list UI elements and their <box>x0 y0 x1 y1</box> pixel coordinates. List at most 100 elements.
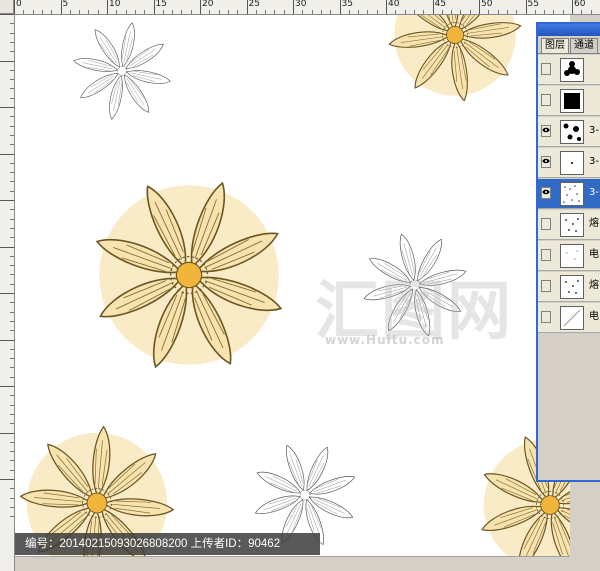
ruler-minor-tick <box>144 10 146 14</box>
ruler-minor-tick <box>469 10 471 14</box>
ruler-minor-tick <box>10 441 14 443</box>
ruler-top-label: 25 <box>248 0 260 9</box>
eye-icon <box>542 127 550 133</box>
ruler-minor-tick <box>451 10 453 14</box>
ruler-top-label: 50 <box>481 0 493 9</box>
ruler-tick <box>572 0 573 14</box>
ruler-tick <box>0 14 14 15</box>
ruler-minor-tick <box>10 190 14 192</box>
ruler-top-label: 5 <box>62 0 69 9</box>
eye-icon[interactable] <box>541 187 551 199</box>
layer-thumbnail[interactable] <box>560 275 584 299</box>
layer-row[interactable]: 3- <box>538 117 600 147</box>
layer-thumbnail[interactable] <box>560 151 584 175</box>
ruler-minor-tick <box>10 218 14 220</box>
yellow-flower-top-right <box>380 15 530 110</box>
ruler-minor-tick <box>10 469 14 471</box>
ruler-top-label: 55 <box>527 0 539 9</box>
layer-thumbnail[interactable] <box>560 244 584 268</box>
watermark-url: www.Huitu.com <box>325 333 445 347</box>
ruler-minor-tick <box>10 423 14 425</box>
ruler-minor-tick <box>227 10 229 14</box>
ruler-minor-tick <box>10 41 14 43</box>
ruler-minor-tick <box>553 10 555 14</box>
tab-channels[interactable]: 通道 <box>570 38 598 53</box>
layer-thumbnail[interactable] <box>560 213 584 237</box>
ruler-minor-tick <box>79 10 81 14</box>
layer-thumbnail[interactable] <box>560 306 584 330</box>
ruler-top-label: 60 <box>574 0 586 9</box>
visibility-toggle[interactable] <box>541 218 551 230</box>
ruler-minor-tick <box>10 395 14 397</box>
eye-icon[interactable] <box>541 156 551 168</box>
layer-thumbnail[interactable] <box>560 182 584 206</box>
layer-thumbnail[interactable] <box>560 120 584 144</box>
ruler-minor-tick <box>181 10 183 14</box>
ruler-left[interactable] <box>0 14 15 571</box>
ruler-minor-tick <box>10 283 14 285</box>
ruler-top[interactable]: 0 5 10 15 20 25 30 35 40 45 50 55 60 <box>14 0 600 15</box>
image-caption: 编号：20140215093026808200 上传者ID：90462 <box>15 533 320 555</box>
ruler-minor-tick <box>506 10 508 14</box>
ruler-tick <box>0 60 14 62</box>
visibility-toggle[interactable] <box>541 280 551 292</box>
ruler-minor-tick <box>274 10 276 14</box>
ruler-minor-tick <box>441 10 443 14</box>
layer-thumbnail[interactable] <box>560 58 584 82</box>
layer-row[interactable]: 3- <box>538 179 600 209</box>
ruler-tick <box>246 0 248 14</box>
ruler-top-label: 0 <box>16 0 22 9</box>
ruler-minor-tick <box>41 10 43 14</box>
eye-icon <box>542 189 550 195</box>
yellow-flower-center-left <box>64 150 315 401</box>
layer-row[interactable]: 电 <box>538 241 600 271</box>
layer-row[interactable]: 电 <box>538 303 600 333</box>
ruler-minor-tick <box>51 10 53 14</box>
ruler-tick <box>525 0 527 14</box>
ruler-minor-tick <box>283 10 285 14</box>
ruler-minor-tick <box>10 274 14 276</box>
layer-row[interactable]: 熔 <box>538 272 600 302</box>
ruler-minor-tick <box>10 97 14 99</box>
layers-panel[interactable]: 图层 通道 3- 3- 3- 熔电熔电 <box>536 22 600 482</box>
ruler-minor-tick <box>395 10 397 14</box>
ruler-tick <box>153 0 155 14</box>
ruler-minor-tick <box>10 348 14 350</box>
panel-titlebar[interactable] <box>538 24 600 36</box>
ruler-minor-tick <box>10 497 14 499</box>
ruler-minor-tick <box>10 320 14 322</box>
ruler-minor-tick <box>69 10 71 14</box>
ruler-minor-tick <box>23 10 25 14</box>
ruler-tick <box>0 153 14 155</box>
ruler-minor-tick <box>534 10 536 14</box>
ruler-minor-tick <box>10 488 14 490</box>
ruler-tick <box>432 0 434 14</box>
layer-thumbnail[interactable] <box>560 89 584 113</box>
layer-name: 3- <box>589 156 599 167</box>
ruler-minor-tick <box>172 10 174 14</box>
layer-name: 熔 <box>589 218 599 229</box>
ruler-minor-tick <box>10 79 14 81</box>
horizontal-scrollbar[interactable] <box>15 556 570 571</box>
ruler-corner <box>0 0 14 14</box>
ruler-top-label: 10 <box>109 0 121 9</box>
ruler-minor-tick <box>302 10 304 14</box>
layer-row[interactable] <box>538 86 600 116</box>
visibility-toggle[interactable] <box>541 94 551 106</box>
document-canvas[interactable]: 汇图网 www.Huitu.com <box>15 15 570 556</box>
ruler-minor-tick <box>88 10 90 14</box>
eye-icon[interactable] <box>541 125 551 137</box>
layer-row[interactable] <box>538 55 600 85</box>
layer-row[interactable]: 3- <box>538 148 600 178</box>
visibility-toggle[interactable] <box>541 63 551 75</box>
visibility-toggle[interactable] <box>541 311 551 323</box>
ruler-tick <box>0 386 14 387</box>
eye-icon <box>542 158 550 164</box>
visibility-toggle[interactable] <box>541 249 551 261</box>
layer-row[interactable]: 熔 <box>538 210 600 240</box>
ruler-minor-tick <box>581 10 583 14</box>
ruler-minor-tick <box>10 460 14 462</box>
outline-flower-top-left <box>64 15 181 129</box>
ruler-minor-tick <box>116 10 118 14</box>
tab-layers[interactable]: 图层 <box>541 38 569 53</box>
